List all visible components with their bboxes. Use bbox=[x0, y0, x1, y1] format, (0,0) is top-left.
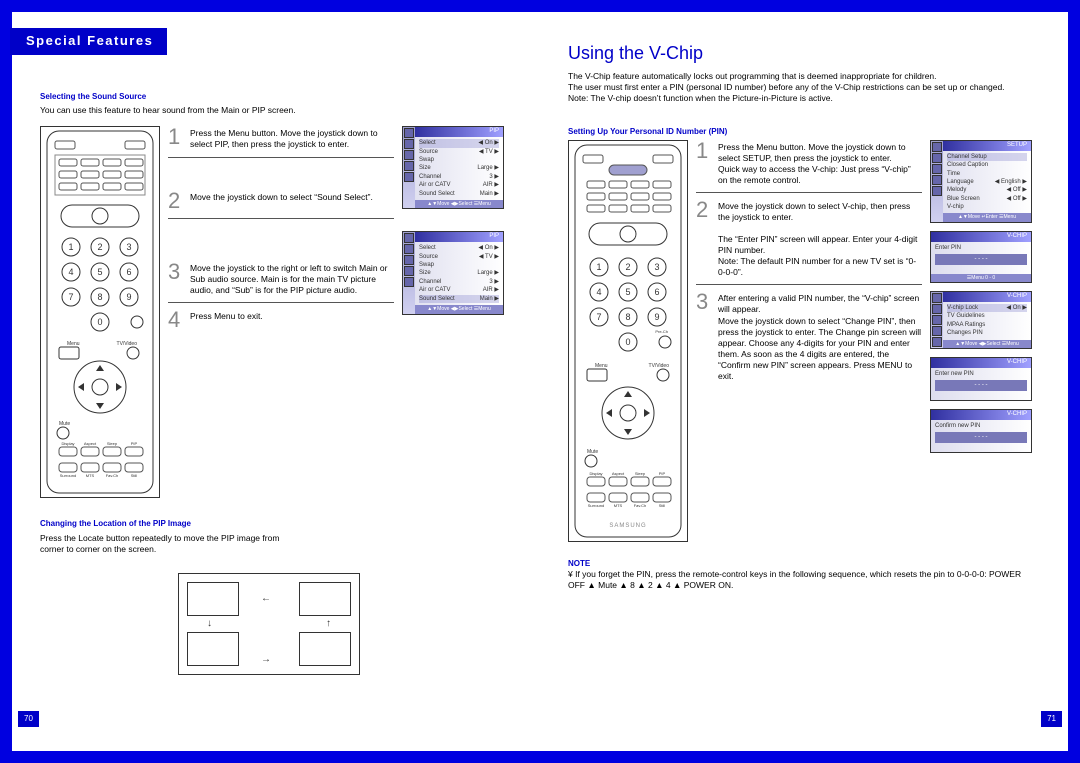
svg-text:Sleep: Sleep bbox=[635, 471, 646, 476]
svg-text:Aspect: Aspect bbox=[84, 441, 97, 446]
svg-text:PIP: PIP bbox=[659, 471, 666, 476]
vchip-step-3: 3 After entering a valid PIN number, the… bbox=[696, 291, 922, 387]
svg-text:9: 9 bbox=[654, 312, 659, 322]
svg-text:Mute: Mute bbox=[587, 449, 598, 455]
step-1: 1 Press the Menu button. Move the joysti… bbox=[168, 126, 394, 157]
svg-text:8: 8 bbox=[625, 312, 630, 322]
svg-text:Pre-Ch: Pre-Ch bbox=[655, 329, 668, 334]
svg-text:Mute: Mute bbox=[59, 421, 70, 427]
svg-text:3: 3 bbox=[654, 262, 659, 272]
svg-text:Still: Still bbox=[659, 503, 666, 508]
note-body: ¥ If you forget the PIN, press the remot… bbox=[568, 569, 1040, 591]
svg-text:SAMSUNG: SAMSUNG bbox=[609, 523, 646, 529]
section-banner: Special Features bbox=[10, 28, 167, 55]
remote-illustration-left: 1 2 3 4 5 6 7 8 9 0 Menu bbox=[40, 126, 160, 501]
svg-text:MTS: MTS bbox=[86, 473, 95, 478]
locate-diagram: ← → ↓ ↑ bbox=[178, 573, 360, 675]
svg-text:2: 2 bbox=[625, 262, 630, 272]
osd-pip-1: PIP Select◀ On ▶ Source◀ TV ▶ Swap SizeL… bbox=[402, 126, 504, 209]
subheading-sound-source: Selecting the Sound Source bbox=[40, 92, 512, 102]
page-number-right: 71 bbox=[1041, 711, 1062, 727]
osd-setup: SETUP Channel Setup Closed Caption Time … bbox=[930, 140, 1032, 223]
svg-text:Still: Still bbox=[131, 473, 138, 478]
osd-vchip-menu: V-CHIP V-chip Lock◀ On ▶ TV Guidelines M… bbox=[930, 291, 1032, 349]
page-number-left: 70 bbox=[18, 711, 39, 727]
svg-text:4: 4 bbox=[68, 267, 73, 277]
intro-locate: Press the Locate button repeatedly to mo… bbox=[40, 533, 300, 555]
right-page: Using the V-Chip The V-Chip feature auto… bbox=[540, 12, 1068, 751]
subheading-locate: Changing the Location of the PIP Image bbox=[40, 519, 512, 529]
svg-text:Display: Display bbox=[61, 441, 74, 446]
osd-enter-pin: V-CHIP Enter PIN - - - - ☰Menu 0 - 0 bbox=[930, 231, 1032, 283]
vchip-intro: The V-Chip feature automatically locks o… bbox=[568, 71, 1040, 104]
step-3: 3 Move the joystick to the right or left… bbox=[168, 261, 394, 303]
svg-text:TV/Video: TV/Video bbox=[649, 363, 670, 369]
step-2: 2 Move the joystick down to select “Soun… bbox=[168, 190, 394, 219]
svg-text:5: 5 bbox=[625, 287, 630, 297]
svg-text:Surround: Surround bbox=[588, 503, 604, 508]
svg-text:6: 6 bbox=[126, 267, 131, 277]
osd-confirm-pin: V-CHIP Confirm new PIN - - - - bbox=[930, 409, 1032, 453]
svg-text:MTS: MTS bbox=[614, 503, 623, 508]
note-heading: NOTE bbox=[568, 559, 1040, 569]
remote-illustration-right: 1 2 3 4 5 6 7 8 9 0 Pre-Ch bbox=[568, 140, 688, 545]
svg-text:Fav.Ch: Fav.Ch bbox=[634, 503, 647, 508]
svg-text:2: 2 bbox=[97, 242, 102, 252]
svg-text:TV/Video: TV/Video bbox=[117, 341, 138, 347]
svg-text:Fav.Ch: Fav.Ch bbox=[106, 473, 119, 478]
svg-text:Menu: Menu bbox=[67, 341, 80, 347]
svg-text:Sleep: Sleep bbox=[107, 441, 118, 446]
svg-text:9: 9 bbox=[126, 292, 131, 302]
svg-text:Menu: Menu bbox=[595, 363, 608, 369]
svg-text:1: 1 bbox=[68, 242, 73, 252]
vchip-step-2: 2 Move the joystick down to select V-chi… bbox=[696, 199, 922, 285]
svg-text:Surround: Surround bbox=[60, 473, 76, 478]
svg-text:5: 5 bbox=[97, 267, 102, 277]
page-title: Using the V-Chip bbox=[568, 42, 1040, 65]
left-page: Special Features Selecting the Sound Sou… bbox=[12, 12, 540, 751]
subheading-pin: Setting Up Your Personal ID Number (PIN) bbox=[568, 127, 1040, 137]
svg-text:6: 6 bbox=[654, 287, 659, 297]
svg-text:7: 7 bbox=[596, 312, 601, 322]
svg-text:7: 7 bbox=[68, 292, 73, 302]
svg-text:Aspect: Aspect bbox=[612, 471, 625, 476]
svg-text:4: 4 bbox=[596, 287, 601, 297]
svg-text:3: 3 bbox=[126, 242, 131, 252]
svg-text:0: 0 bbox=[625, 337, 630, 347]
svg-text:PIP: PIP bbox=[131, 441, 138, 446]
svg-text:1: 1 bbox=[596, 262, 601, 272]
intro-sound-source: You can use this feature to hear sound f… bbox=[40, 105, 512, 116]
svg-text:0: 0 bbox=[97, 317, 102, 327]
vchip-step-1: 1 Press the Menu button. Move the joysti… bbox=[696, 140, 922, 193]
svg-text:8: 8 bbox=[97, 292, 102, 302]
step-4: 4 Press Menu to exit. bbox=[168, 309, 394, 337]
osd-pip-2: PIP Select◀ On ▶ Source◀ TV ▶ Swap SizeL… bbox=[402, 231, 504, 314]
svg-text:Display: Display bbox=[589, 471, 602, 476]
osd-new-pin: V-CHIP Enter new PIN - - - - bbox=[930, 357, 1032, 401]
